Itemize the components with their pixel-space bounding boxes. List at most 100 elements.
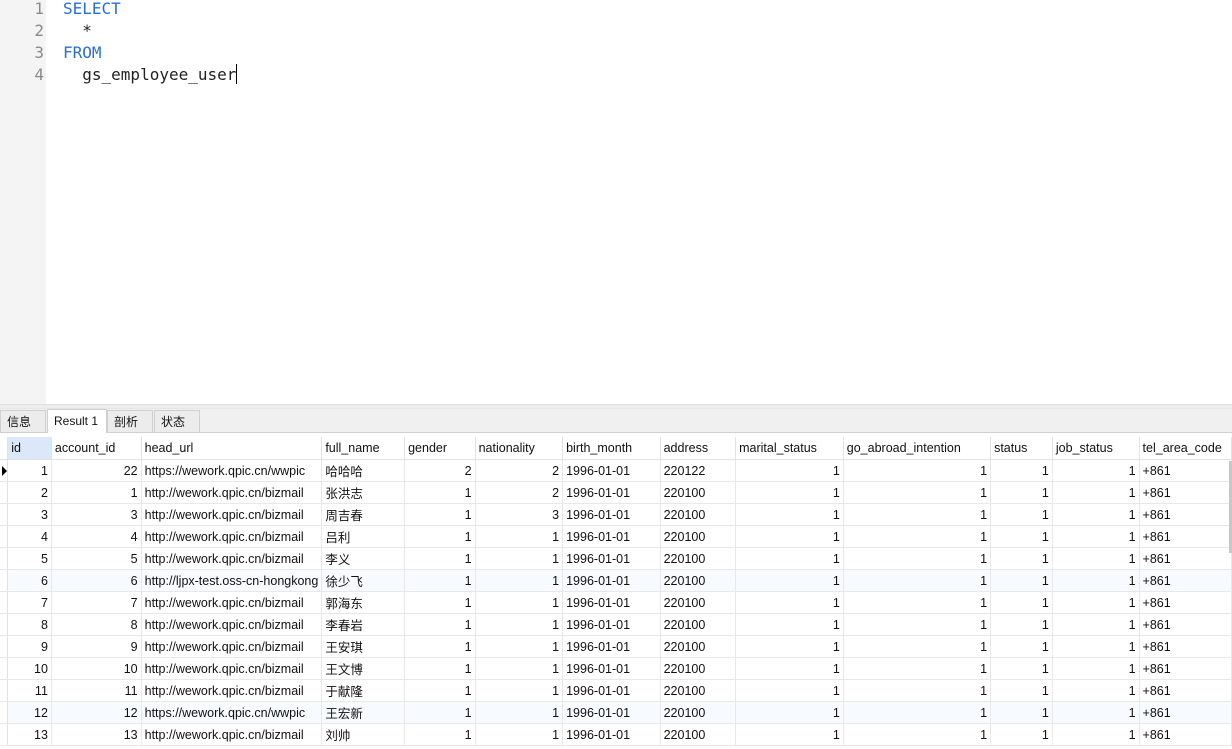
cell-marital-status[interactable]: 1	[735, 547, 844, 570]
cell-job-status[interactable]: 1	[1052, 591, 1140, 614]
cell-marital-status[interactable]: 1	[735, 481, 844, 504]
table-row[interactable]: 8 8 http://wework.qpic.cn/bizmail 李春岩 1 1 1996…	[0, 613, 1232, 636]
cell-job-status[interactable]: 1	[1052, 459, 1140, 482]
code-line[interactable]: FROM	[63, 42, 102, 64]
cell-birth-month[interactable]: 1996-01-01	[562, 525, 661, 548]
cell-nationality[interactable]: 1	[475, 569, 564, 592]
cell-birth-month[interactable]: 1996-01-01	[562, 547, 661, 570]
cell-gender[interactable]: 1	[404, 481, 476, 504]
cell-job-status[interactable]: 1	[1052, 503, 1140, 526]
row-indicator[interactable]	[0, 459, 9, 482]
column-header-birth-month[interactable]: birth_month	[562, 437, 661, 460]
cell-id[interactable]: 6	[7, 569, 52, 592]
cell-address[interactable]: 220100	[660, 723, 737, 746]
cell-marital-status[interactable]: 1	[735, 503, 844, 526]
cell-full-name[interactable]: 哈哈哈	[321, 459, 406, 482]
cell-birth-month[interactable]: 1996-01-01	[562, 635, 661, 658]
cell-go-abroad-intention[interactable]: 1	[843, 657, 992, 680]
cell-id[interactable]: 5	[7, 547, 52, 570]
cell-head-url[interactable]: http://wework.qpic.cn/bizmail	[141, 635, 323, 658]
row-indicator[interactable]	[0, 503, 9, 526]
cell-job-status[interactable]: 1	[1052, 613, 1140, 636]
cell-job-status[interactable]: 1	[1052, 657, 1140, 680]
cell-account-id[interactable]: 12	[51, 701, 142, 724]
cell-birth-month[interactable]: 1996-01-01	[562, 503, 661, 526]
cell-nationality[interactable]: 1	[475, 701, 564, 724]
table-row[interactable]: 9 9 http://wework.qpic.cn/bizmail 王安琪 1 1 1996…	[0, 635, 1232, 658]
cell-tel-area-code[interactable]: +861	[1139, 459, 1232, 482]
table-row[interactable]: 12 12 https://wework.qpic.cn/wwpic 王宏新 1 1 199…	[0, 701, 1232, 724]
cell-marital-status[interactable]: 1	[735, 525, 844, 548]
cell-head-url[interactable]: http://wework.qpic.cn/bizmail	[141, 591, 323, 614]
column-header-status[interactable]: status	[990, 437, 1053, 460]
cell-go-abroad-intention[interactable]: 1	[843, 481, 992, 504]
cell-gender[interactable]: 1	[404, 503, 476, 526]
row-indicator[interactable]	[0, 635, 9, 658]
cell-full-name[interactable]: 王安琪	[321, 635, 406, 658]
cell-tel-area-code[interactable]: +861	[1139, 481, 1232, 504]
cell-tel-area-code[interactable]: +861	[1139, 679, 1232, 702]
cell-status[interactable]: 1	[990, 635, 1053, 658]
cell-id[interactable]: 7	[7, 591, 52, 614]
cell-go-abroad-intention[interactable]: 1	[843, 679, 992, 702]
table-row[interactable]: 5 5 http://wework.qpic.cn/bizmail 李义 1 1 1996-…	[0, 547, 1232, 570]
cell-tel-area-code[interactable]: +861	[1139, 613, 1232, 636]
cell-job-status[interactable]: 1	[1052, 723, 1140, 746]
cell-birth-month[interactable]: 1996-01-01	[562, 459, 661, 482]
cell-go-abroad-intention[interactable]: 1	[843, 525, 992, 548]
table-row[interactable]: 2 1 http://wework.qpic.cn/bizmail 张洪志 1 2 1996…	[0, 481, 1232, 504]
cell-marital-status[interactable]: 1	[735, 679, 844, 702]
cell-nationality[interactable]: 1	[475, 635, 564, 658]
column-header-full-name[interactable]: full_name	[321, 437, 406, 460]
cell-id[interactable]: 12	[7, 701, 52, 724]
cell-tel-area-code[interactable]: +861	[1139, 701, 1232, 724]
cell-birth-month[interactable]: 1996-01-01	[562, 569, 661, 592]
cell-status[interactable]: 1	[990, 591, 1053, 614]
cell-head-url[interactable]: http://wework.qpic.cn/bizmail	[141, 481, 323, 504]
cell-go-abroad-intention[interactable]: 1	[843, 635, 992, 658]
cell-nationality[interactable]: 1	[475, 591, 564, 614]
cell-account-id[interactable]: 3	[51, 503, 142, 526]
cell-marital-status[interactable]: 1	[735, 723, 844, 746]
cell-gender[interactable]: 1	[404, 591, 476, 614]
cell-account-id[interactable]: 22	[51, 459, 142, 482]
cell-status[interactable]: 1	[990, 481, 1053, 504]
cell-account-id[interactable]: 1	[51, 481, 142, 504]
cell-tel-area-code[interactable]: +861	[1139, 723, 1232, 746]
cell-full-name[interactable]: 徐少飞	[321, 569, 406, 592]
cell-job-status[interactable]: 1	[1052, 525, 1140, 548]
table-row[interactable]: 10 10 http://wework.qpic.cn/bizmail 王文博 1 1 19…	[0, 657, 1232, 680]
cell-gender[interactable]: 1	[404, 635, 476, 658]
table-row[interactable]: 4 4 http://wework.qpic.cn/bizmail 吕利 1 1 1996-…	[0, 525, 1232, 548]
cell-address[interactable]: 220100	[660, 525, 737, 548]
cell-status[interactable]: 1	[990, 459, 1053, 482]
cell-account-id[interactable]: 5	[51, 547, 142, 570]
cell-account-id[interactable]: 8	[51, 613, 142, 636]
tab-result-1[interactable]: Result 1	[47, 409, 107, 433]
cell-status[interactable]: 1	[990, 613, 1053, 636]
cell-id[interactable]: 4	[7, 525, 52, 548]
cell-head-url[interactable]: https://wework.qpic.cn/wwpic	[141, 701, 323, 724]
row-indicator[interactable]	[0, 701, 9, 724]
cell-marital-status[interactable]: 1	[735, 591, 844, 614]
cell-go-abroad-intention[interactable]: 1	[843, 613, 992, 636]
cell-account-id[interactable]: 11	[51, 679, 142, 702]
cell-go-abroad-intention[interactable]: 1	[843, 459, 992, 482]
cell-marital-status[interactable]: 1	[735, 701, 844, 724]
cell-gender[interactable]: 2	[404, 459, 476, 482]
cell-marital-status[interactable]: 1	[735, 635, 844, 658]
cell-go-abroad-intention[interactable]: 1	[843, 591, 992, 614]
cell-nationality[interactable]: 2	[475, 459, 564, 482]
row-indicator[interactable]	[0, 481, 9, 504]
row-indicator[interactable]	[0, 657, 9, 680]
cell-status[interactable]: 1	[990, 503, 1053, 526]
cell-address[interactable]: 220100	[660, 503, 737, 526]
table-row[interactable]: 1 22 https://wework.qpic.cn/wwpic 哈哈哈 2 2 1996…	[0, 459, 1232, 482]
cell-tel-area-code[interactable]: +861	[1139, 635, 1232, 658]
cell-address[interactable]: 220100	[660, 591, 737, 614]
cell-go-abroad-intention[interactable]: 1	[843, 569, 992, 592]
cell-id[interactable]: 1	[7, 459, 52, 482]
cell-head-url[interactable]: http://wework.qpic.cn/bizmail	[141, 723, 323, 746]
cell-full-name[interactable]: 王宏新	[321, 701, 406, 724]
cell-address[interactable]: 220100	[660, 481, 737, 504]
